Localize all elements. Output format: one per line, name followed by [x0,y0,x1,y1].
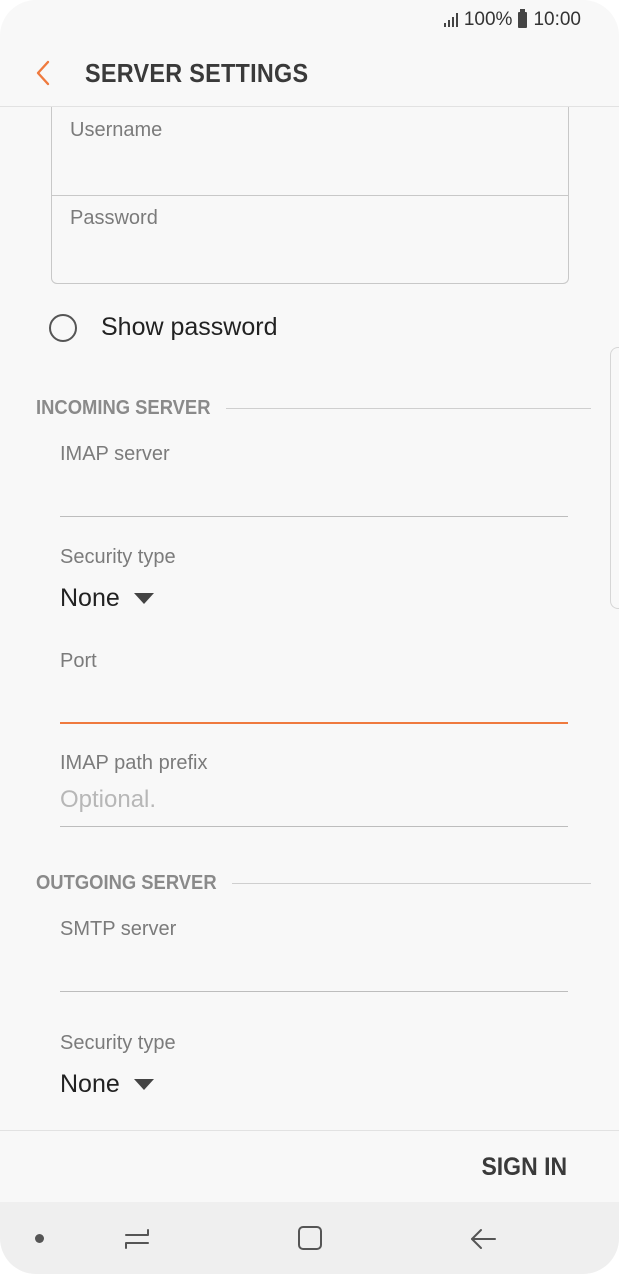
port-label: Port [60,650,97,672]
imap-path-prefix-label: IMAP path prefix [60,752,208,774]
radio-unchecked-icon[interactable] [49,313,77,342]
password-field[interactable]: Password [52,195,568,283]
smtp-server-input[interactable] [60,991,568,992]
signal-icon [443,13,458,27]
back-arrow-icon[interactable] [468,1224,498,1254]
caret-down-icon [133,1079,154,1090]
port-input[interactable] [60,722,568,724]
outgoing-server-header: OUTGOING SERVER [36,871,591,895]
outgoing-security-value: None [60,1070,120,1098]
outgoing-security-dropdown[interactable]: None [60,1070,154,1099]
home-icon[interactable] [297,1225,323,1251]
section-title: INCOMING SERVER [36,396,211,419]
section-divider [225,407,591,409]
status-indicators: 100% 10:00 [443,9,581,31]
status-bar: 100% 10:00 [0,0,619,40]
section-divider [232,882,591,884]
phone-screen: 100% 10:00 SERVER SETTINGS Username Pass… [0,0,619,1274]
chevron-left-icon[interactable] [32,58,56,88]
show-password-toggle[interactable]: Show password [49,313,277,342]
battery-percent: 100% [463,9,513,30]
imap-path-prefix-underline [60,826,568,827]
smtp-server-label: SMTP server [60,918,177,940]
app-header: SERVER SETTINGS [0,40,619,107]
caret-down-icon [133,593,154,604]
outgoing-security-label: Security type [60,1032,176,1054]
incoming-security-value: None [60,584,120,612]
credentials-box: Username Password [51,107,569,284]
sign-in-button[interactable]: SIGN IN [481,1153,567,1182]
imap-path-prefix-input[interactable]: Optional. [60,786,156,814]
clock: 10:00 [533,9,581,30]
incoming-server-header: INCOMING SERVER [36,396,591,420]
incoming-security-label: Security type [60,546,176,568]
nav-dot-icon[interactable] [35,1234,44,1243]
incoming-security-dropdown[interactable]: None [60,584,154,613]
recent-apps-icon[interactable] [122,1226,152,1252]
scroll-handle[interactable] [610,347,619,609]
imap-server-input[interactable] [60,516,568,517]
page-title: SERVER SETTINGS [85,58,309,88]
show-password-label: Show password [101,313,278,341]
battery-icon [518,9,528,28]
username-label: Username [70,119,163,141]
navigation-bar [0,1202,619,1274]
imap-server-label: IMAP server [60,443,170,465]
action-footer: SIGN IN [0,1130,619,1203]
password-label: Password [70,207,158,229]
username-field[interactable]: Username [52,107,568,196]
section-title: OUTGOING SERVER [36,871,217,894]
